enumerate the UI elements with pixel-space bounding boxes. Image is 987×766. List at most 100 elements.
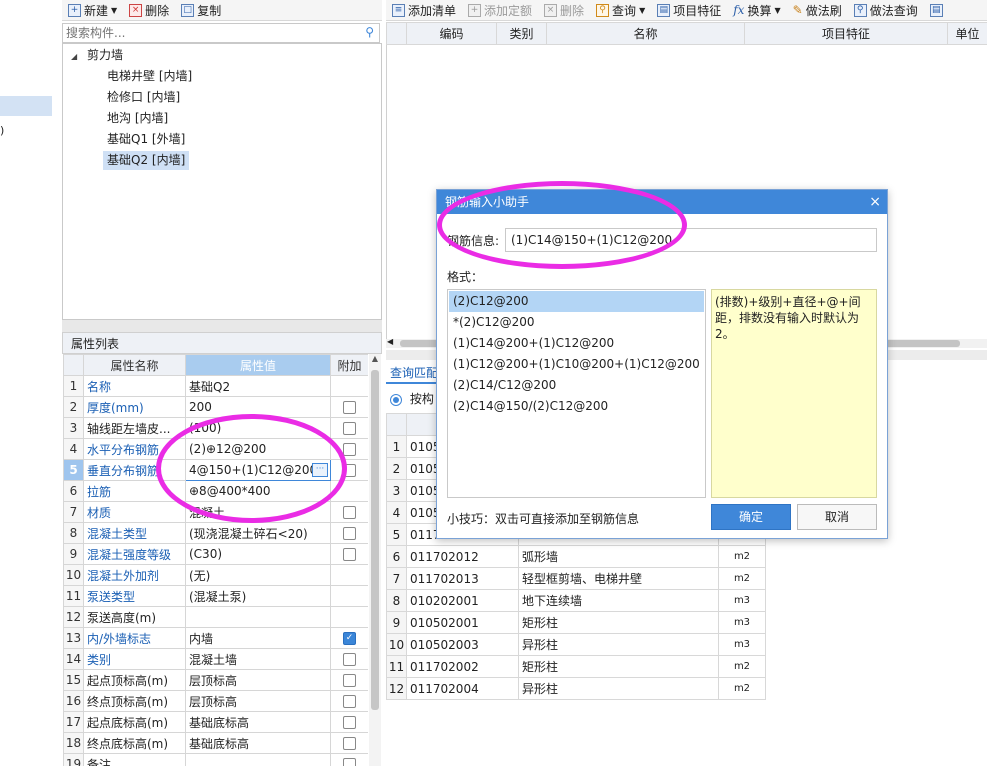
query-row[interactable]: 9 010502001 矩形柱 m3 [386, 611, 766, 634]
col-unit[interactable]: 单位 [947, 22, 987, 45]
property-value[interactable]: (100) [185, 417, 331, 439]
format-item[interactable]: (2)C12@200 [449, 291, 704, 312]
property-extra[interactable] [330, 732, 368, 754]
property-value[interactable]: 4@150+(1)C12@200 ··· [185, 459, 331, 481]
property-row[interactable]: 8 混凝土类型 (现浇混凝土碎石<20) [63, 522, 368, 544]
property-row[interactable]: 11 泵送类型 (混凝土泵) [63, 585, 368, 607]
delete-row-button[interactable]: × 删除 [538, 0, 590, 20]
radio-icon[interactable] [390, 393, 402, 406]
property-row[interactable]: 7 材质 混凝土 [63, 501, 368, 523]
delete-button[interactable]: × 删除 [123, 0, 175, 20]
checkbox-checked[interactable]: ✓ [343, 632, 356, 645]
property-value[interactable]: 基础底标高 [185, 732, 331, 754]
property-value[interactable]: 混凝土墙 [185, 648, 331, 670]
format-list[interactable]: (2)C12@200 *(2)C12@200 (1)C14@200+(1)C12@2… [447, 289, 706, 498]
property-value[interactable]: 基础Q2 [185, 375, 331, 397]
checkbox[interactable] [343, 464, 356, 477]
checkbox[interactable] [343, 653, 356, 666]
format-item[interactable]: (2)C14/C12@200 [449, 375, 704, 396]
property-value[interactable]: 200 [185, 396, 331, 418]
property-value[interactable]: (2)⊕12@200 [185, 438, 331, 460]
cancel-button[interactable]: 取消 [797, 504, 877, 530]
rebar-info-field[interactable]: (1)C14@150+(1)C12@200 [505, 228, 877, 252]
scroll-up-icon[interactable]: ▲ [369, 354, 381, 363]
property-extra[interactable] [330, 606, 368, 628]
checkbox[interactable] [343, 443, 356, 456]
query-row[interactable]: 8 010202001 地下连续墙 m3 [386, 589, 766, 612]
property-extra[interactable] [330, 396, 368, 418]
checkbox[interactable] [343, 401, 356, 414]
property-row[interactable]: 4 水平分布钢筋 (2)⊕12@200 [63, 438, 368, 460]
property-row[interactable]: 18 终点底标高(m) 基础底标高 [63, 732, 368, 754]
scroll-left-icon[interactable]: ◀ [387, 337, 393, 346]
property-extra[interactable] [330, 438, 368, 460]
search-box[interactable]: ⚲ [62, 23, 380, 43]
property-extra[interactable] [330, 480, 368, 502]
search-input[interactable] [63, 24, 359, 42]
checkbox[interactable] [343, 422, 356, 435]
property-extra[interactable] [330, 648, 368, 670]
checkbox[interactable] [343, 695, 356, 708]
property-row[interactable]: 15 起点顶标高(m) 层顶标高 [63, 669, 368, 691]
query-row[interactable]: 11 011702002 矩形柱 m2 [386, 655, 766, 678]
property-extra[interactable] [330, 543, 368, 565]
property-extra[interactable] [330, 417, 368, 439]
col-feature[interactable]: 项目特征 [744, 22, 948, 45]
checkbox[interactable] [343, 758, 356, 766]
property-value[interactable]: 层顶标高 [185, 669, 331, 691]
property-value[interactable]: 混凝土 [185, 501, 331, 523]
add-quota-button[interactable]: + 添加定额 [462, 0, 538, 20]
property-value[interactable]: (无) [185, 564, 331, 586]
property-extra[interactable] [330, 375, 368, 397]
property-value[interactable]: 内墙 [185, 627, 331, 649]
search-icon[interactable]: ⚲ [365, 25, 374, 39]
tree-root[interactable]: ◢ 剪力墙 [71, 46, 123, 65]
radio-by-component[interactable]: 按构 [390, 389, 434, 409]
property-row[interactable]: 16 终点顶标高(m) 层顶标高 [63, 690, 368, 712]
tree-item[interactable]: 检修口 [内墙] [103, 88, 184, 107]
property-extra[interactable] [330, 459, 368, 481]
property-value[interactable]: (现浇混凝土碎石<20) [185, 522, 331, 544]
col-name[interactable]: 名称 [546, 22, 745, 45]
property-value[interactable] [185, 606, 331, 628]
property-extra[interactable] [330, 564, 368, 586]
collapse-triangle-icon[interactable]: ◢ [71, 52, 77, 61]
property-extra[interactable] [330, 585, 368, 607]
format-item[interactable]: (1)C12@200+(1)C10@200+(1)C12@200 [449, 354, 704, 375]
checkbox[interactable] [343, 674, 356, 687]
property-extra[interactable] [330, 669, 368, 691]
add-list-button[interactable]: ≡ 添加清单 [386, 0, 462, 20]
col-code[interactable]: 编码 [406, 22, 497, 45]
property-row[interactable]: 12 泵送高度(m) [63, 606, 368, 628]
tree-item-selected[interactable]: 基础Q2 [内墙] [103, 151, 190, 170]
property-row[interactable]: 3 轴线距左墙皮... (100) [63, 417, 368, 439]
format-item[interactable]: (2)C14@150/(2)C12@200 [449, 396, 704, 417]
tree-item[interactable]: 电梯井壁 [内墙] [103, 67, 196, 86]
property-row[interactable]: 1 名称 基础Q2 [63, 375, 368, 397]
tree-item[interactable]: 地沟 [内墙] [103, 109, 172, 128]
query-row[interactable]: 7 011702013 轻型框剪墙、电梯井壁 m2 [386, 567, 766, 590]
col-type[interactable]: 类别 [496, 22, 547, 45]
checkbox[interactable] [343, 527, 356, 540]
ok-button[interactable]: 确定 [711, 504, 791, 530]
property-extra[interactable] [330, 501, 368, 523]
property-value[interactable]: 层顶标高 [185, 690, 331, 712]
property-row[interactable]: 2 厚度(mm) 200 [63, 396, 368, 418]
property-extra[interactable]: ✓ [330, 627, 368, 649]
query-row[interactable]: 6 011702012 弧形墙 m2 [386, 545, 766, 568]
calc-button[interactable]: fx 换算 ▼ [727, 0, 786, 20]
property-row[interactable]: 9 混凝土强度等级 (C30) [63, 543, 368, 565]
property-value[interactable]: (混凝土泵) [185, 585, 331, 607]
property-row[interactable]: 6 拉筋 ⊕8@400*400 [63, 480, 368, 502]
dialog-titlebar[interactable]: 钢筋输入小助手 × [437, 190, 887, 214]
property-extra[interactable] [330, 522, 368, 544]
checkbox[interactable] [343, 506, 356, 519]
format-item[interactable]: *(2)C12@200 [449, 312, 704, 333]
ellipsis-button[interactable]: ··· [312, 463, 328, 477]
more-icon-button[interactable]: ▤ [924, 0, 949, 20]
property-row[interactable]: 14 类别 混凝土墙 [63, 648, 368, 670]
query-row[interactable]: 12 011702004 异形柱 m2 [386, 677, 766, 700]
property-extra[interactable] [330, 690, 368, 712]
property-value[interactable]: 基础底标高 [185, 711, 331, 733]
property-extra[interactable] [330, 753, 368, 766]
